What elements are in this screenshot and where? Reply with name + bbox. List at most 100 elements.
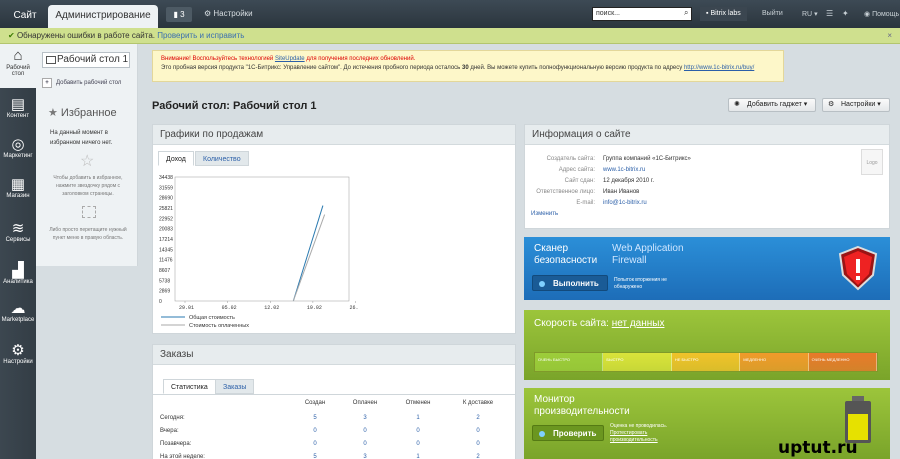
tab-income[interactable]: Доход <box>158 151 194 166</box>
trial-text-2: дней. Вы можете купить полнофункциональн… <box>470 65 683 71</box>
list-icon[interactable]: ☰ <box>826 9 833 18</box>
orders-cell[interactable]: 3 <box>355 454 375 459</box>
orders-row-label: На этой неделе: <box>160 454 205 459</box>
nav-services[interactable]: ≋ Сервисы <box>0 216 36 256</box>
x-tick-label: 26. <box>350 305 359 311</box>
site-info-title: Информация о сайте <box>525 125 889 145</box>
nav-marketplace[interactable]: ☁ Marketplace <box>0 296 36 336</box>
lamp-icon: ✺ <box>734 101 740 108</box>
speed-segment: НЕ БЫСТРО <box>671 353 741 371</box>
side-panel: Рабочий стол 1 + Добавить рабочий стол ★ … <box>36 44 138 266</box>
fix-link[interactable]: Проверить и исправить <box>157 31 244 40</box>
settings-label: Настройки <box>213 9 253 18</box>
orders-cell[interactable]: 3 <box>355 415 375 421</box>
orders-cell[interactable]: 2 <box>468 415 488 421</box>
siteupdate-link[interactable]: SiteUpdate <box>275 56 305 62</box>
nav-label: Сервисы <box>5 237 31 243</box>
orders-cell[interactable]: 0 <box>355 441 375 447</box>
settings-button[interactable]: ⚙ Настройки ▾ <box>822 98 890 112</box>
trial-line-2: Это пробная версия продукта "1С-Битрикс:… <box>161 64 775 73</box>
edit-link[interactable]: Изменить <box>531 211 558 217</box>
notif-count: 3 <box>180 10 185 19</box>
target-icon: ◎ <box>11 136 25 153</box>
nav-label: Маркетинг <box>3 153 33 159</box>
speed-value[interactable]: нет данных <box>612 318 665 329</box>
orders-cell[interactable]: 1 <box>408 454 428 459</box>
chart-icon: ▟ <box>12 262 24 279</box>
nav-shop[interactable]: ▦ Магазин <box>0 172 36 212</box>
battery-icon <box>845 396 871 443</box>
close-icon[interactable]: × <box>887 28 892 44</box>
nav-label: Настройки <box>3 359 33 365</box>
tab-orders[interactable]: Заказы <box>215 379 255 394</box>
search-input[interactable]: поиск... <box>592 7 692 21</box>
buy-link[interactable]: http://www.1c-bitrix.ru/buy/ <box>684 65 754 71</box>
info-value: Группа компаний «1С-Битрикс» <box>603 156 691 162</box>
y-tick-label: 20083 <box>159 227 173 233</box>
trial-warning: Внимание! Воспользуйтесь технологией <box>161 56 274 62</box>
trial-text: Это пробная версия продукта "1С-Битрикс:… <box>161 65 461 71</box>
logout-link[interactable]: Выйти <box>762 10 783 17</box>
info-value: Иван Иванов <box>603 189 640 195</box>
orders-title: Заказы <box>153 345 515 365</box>
notifications-button[interactable]: ▮ 3 <box>166 7 192 22</box>
info-value[interactable]: www.1c-bitrix.ru <box>603 166 645 174</box>
nav-settings[interactable]: ⚙ Настройки <box>0 338 36 378</box>
orders-col-header: Оплачен <box>352 400 378 406</box>
nav-content[interactable]: ▤ Контент <box>0 92 36 132</box>
info-label: Ответственное лицо: <box>536 189 595 195</box>
help-label: Помощь <box>872 11 900 18</box>
orders-cell[interactable]: 5 <box>305 454 325 459</box>
drag-icon <box>82 206 96 218</box>
orders-cell[interactable]: 5 <box>305 415 325 421</box>
plot-area <box>174 176 350 302</box>
add-gadget-button[interactable]: ✺ Добавить гаджет ▾ <box>728 98 816 112</box>
site-info-row: Создатель сайта: Группа компаний «1С-Битр… <box>525 155 825 163</box>
orders-col-header: Отменен <box>405 400 431 406</box>
info-label: Сайт сдан: <box>564 178 595 184</box>
cart-icon: ▦ <box>10 176 26 193</box>
orders-cell[interactable]: 0 <box>305 441 325 447</box>
nav-desktop[interactable]: ⌂ Рабочий стол <box>0 44 36 88</box>
orders-cell[interactable]: 0 <box>408 441 428 447</box>
orders-cell[interactable]: 2 <box>468 454 488 459</box>
perf-test-link[interactable]: Протестировать производительность <box>610 430 658 443</box>
nav-marketing[interactable]: ◎ Маркетинг <box>0 132 36 172</box>
add-desktop-button[interactable]: + Добавить рабочий стол <box>42 78 121 88</box>
y-tick-label: 22952 <box>159 216 173 222</box>
settings-link[interactable]: ⚙ Настройки <box>204 9 253 18</box>
speed-title: Скорость сайта: нет данных <box>534 318 664 329</box>
search-icon[interactable]: ⌕ <box>684 8 688 18</box>
orders-row-label: Позавчера: <box>160 441 192 447</box>
favorites-heading: ★ Избранное <box>48 106 117 119</box>
tab-site[interactable]: Сайт <box>4 6 46 28</box>
orders-cell[interactable]: 0 <box>408 428 428 434</box>
orders-cell[interactable]: 0 <box>355 428 375 434</box>
help-link[interactable]: ◉ Помощь <box>864 10 899 18</box>
site-info-row: E-mail: info@1c-bitrix.ru <box>525 199 825 207</box>
pin-icon[interactable]: ✦ <box>842 9 849 18</box>
orders-cell[interactable]: 1 <box>408 415 428 421</box>
check-performance-button[interactable]: Проверить <box>532 425 604 441</box>
desktop-1-button[interactable]: Рабочий стол 1 <box>42 52 130 68</box>
trial-warning-2: для получения последних обновлений. <box>306 56 416 62</box>
tab-quantity[interactable]: Количество <box>195 151 249 166</box>
info-value[interactable]: info@1c-bitrix.ru <box>603 199 647 207</box>
site-info-row: Сайт сдан: 12 декабря 2010 г. <box>525 177 825 185</box>
run-scan-button[interactable]: Выполнить <box>532 275 608 291</box>
user-button[interactable]: ▪ Bitrix labs <box>700 7 747 21</box>
info-value: 12 декабря 2010 г. <box>603 178 655 184</box>
orders-cell[interactable]: 0 <box>468 428 488 434</box>
language-select[interactable]: RU ▾ <box>802 10 818 18</box>
site-info-row: Ответственное лицо: Иван Иванов <box>525 188 825 196</box>
layers-icon: ≋ <box>11 220 25 237</box>
orders-cell[interactable]: 0 <box>305 428 325 434</box>
tab-statistics[interactable]: Статистика <box>163 379 216 394</box>
nav-analytics[interactable]: ▟ Аналитика <box>0 258 36 298</box>
orders-cell[interactable]: 0 <box>468 441 488 447</box>
y-tick-label: 0 <box>159 299 162 305</box>
perf-title: Монитор производительности <box>534 394 630 417</box>
x-tick-label: 29.01 <box>179 305 194 311</box>
gear-icon: ⚙ <box>11 342 25 359</box>
tab-admin[interactable]: Администрирование <box>48 5 158 28</box>
